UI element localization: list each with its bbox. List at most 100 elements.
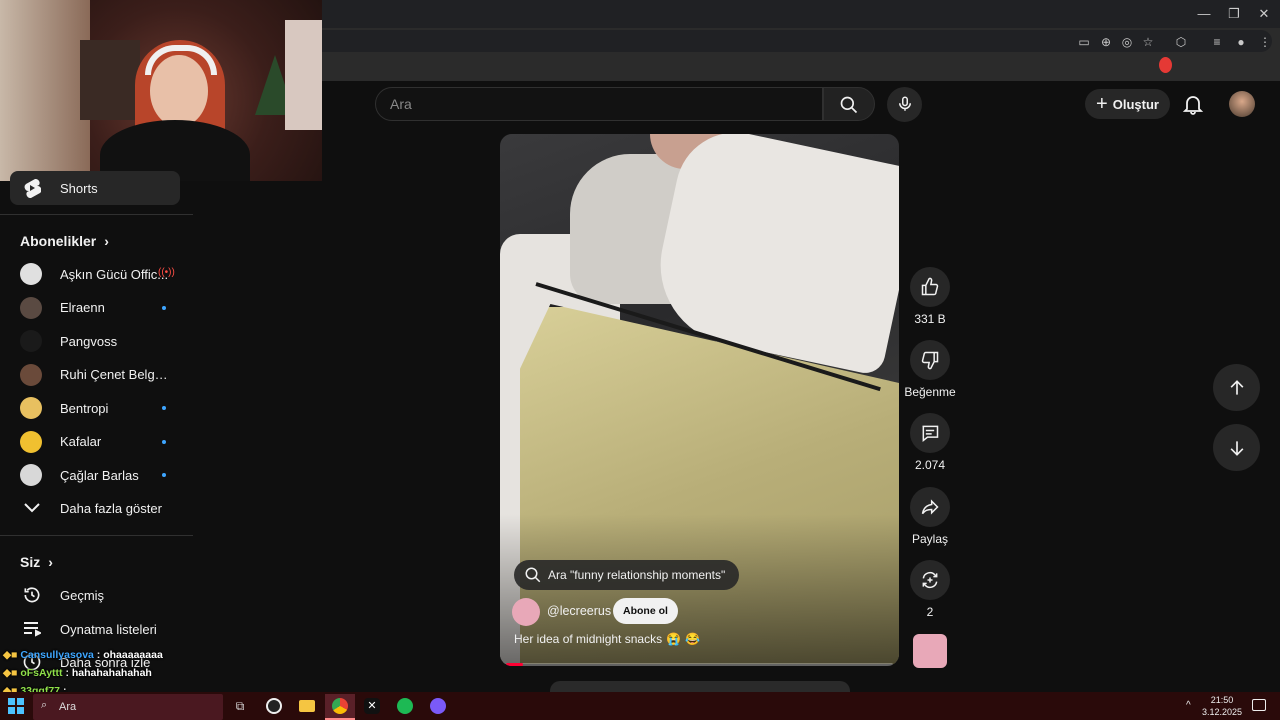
tray-chevron-icon[interactable]: ^ <box>1186 700 1191 711</box>
you-heading-label: Siz <box>20 554 41 570</box>
live-icon: ((•)) <box>158 267 175 278</box>
windows-start-icon[interactable] <box>8 698 24 714</box>
related-search-chip[interactable]: Ara "funny relationship moments" <box>514 560 740 590</box>
sidebar-subscription-item[interactable]: Ruhi Çenet Belgese... <box>10 358 180 392</box>
sidebar-subscription-item[interactable]: Aşkın Gücü Offic... ((•)) <box>10 257 180 291</box>
thumbs-up-icon <box>921 277 939 296</box>
subscribe-button[interactable]: Abone ol <box>613 598 678 624</box>
chevron-right-icon: › <box>48 554 53 570</box>
comment-count: 2.074 <box>914 458 946 472</box>
remix-count: 2 <box>926 605 934 619</box>
share-button[interactable] <box>910 487 950 527</box>
sidebar-item-label: Kafalar <box>60 434 102 449</box>
webcam-overlay <box>0 0 322 181</box>
new-content-dot <box>162 305 166 310</box>
chat-message: ◆■ oFsAyttt : hahahahahahah <box>3 667 152 679</box>
sidebar-divider <box>0 214 193 215</box>
microphone-icon <box>899 96 911 111</box>
sidebar-item-label: Çağlar Barlas <box>60 467 139 483</box>
sidebar-item-label: Elraenn <box>60 300 105 315</box>
channel-avatar[interactable] <box>512 598 540 626</box>
arrow-up-icon <box>1230 379 1243 395</box>
related-search-label: Ara "funny relationship moments" <box>548 568 726 582</box>
sidebar-item-label: Geçmiş <box>60 587 105 603</box>
sidebar-subscription-item[interactable]: Kafalar <box>10 425 180 459</box>
progress-track[interactable] <box>506 663 893 666</box>
progress-fill <box>506 663 524 666</box>
sidebar-item-label: Shorts <box>60 180 98 196</box>
remix-button[interactable] <box>910 560 950 600</box>
bookmark-star-icon[interactable]: ☆ <box>1139 33 1157 51</box>
chat-badge-icon: ◆■ <box>3 649 21 661</box>
sidebar-divider <box>0 535 193 536</box>
sidebar-item-label: Oynatma listeleri <box>60 621 157 637</box>
previous-short-button[interactable] <box>1213 364 1260 411</box>
channel-name[interactable]: @lecreerus <box>547 604 611 618</box>
search-icon <box>525 567 541 583</box>
notification-center-icon[interactable] <box>1252 699 1266 711</box>
create-button[interactable]: + Oluştur <box>1085 89 1170 119</box>
sidebar-subscription-item[interactable]: Çağlar Barlas <box>10 458 180 492</box>
discord-icon[interactable] <box>429 697 447 715</box>
sidebar-item-label: Bentropi <box>60 400 109 416</box>
video-title-text: Her idea of midnight snacks <box>514 632 663 646</box>
chat-username: oFsAyttt <box>20 667 63 679</box>
you-heading[interactable]: Siz › <box>20 554 53 570</box>
sidebar-item-history[interactable]: Geçmiş <box>10 578 180 612</box>
media-control-icon[interactable]: ≡ <box>1208 33 1226 51</box>
taskbar-clock[interactable]: 21:50 3.12.2025 <box>1200 694 1244 718</box>
profile-icon[interactable]: ● <box>1232 33 1250 51</box>
file-explorer-icon[interactable] <box>298 697 316 715</box>
sidebar-item-label: Ruhi Çenet Belgese... <box>60 367 172 382</box>
voice-search-button[interactable] <box>887 87 922 122</box>
channel-avatar <box>20 263 42 285</box>
notifications-bell-icon[interactable] <box>1181 92 1205 116</box>
channel-avatar <box>20 464 42 486</box>
sidebar-subscription-item[interactable]: Bentropi <box>10 391 180 425</box>
like-button[interactable] <box>910 267 950 307</box>
subscriptions-heading[interactable]: Abonelikler › <box>20 233 109 249</box>
zoom-icon[interactable]: ⊕ <box>1097 33 1115 51</box>
spotify-icon[interactable] <box>396 697 414 715</box>
chat-text: hahahahahahah <box>71 667 152 679</box>
close-window-button[interactable]: ✕ <box>1252 4 1276 24</box>
sidebar-subscription-item[interactable]: Elraenn <box>10 291 180 325</box>
thumbs-down-icon <box>921 351 939 370</box>
search-placeholder: Ara <box>390 96 412 112</box>
short-video-player[interactable]: Ara "funny relationship moments" @lecree… <box>500 134 899 666</box>
sidebar-show-more[interactable]: Daha fazla göster <box>10 491 180 525</box>
capcut-icon[interactable]: ✕ <box>363 697 381 715</box>
search-input[interactable] <box>375 87 823 121</box>
eye-off-icon[interactable]: ◎ <box>1118 33 1136 51</box>
account-avatar[interactable] <box>1229 91 1255 117</box>
history-icon <box>20 583 44 607</box>
extensions-icon[interactable]: ⬡ <box>1172 33 1190 51</box>
taskbar-search[interactable]: ⌕ Ara <box>33 694 223 720</box>
subscriptions-heading-label: Abonelikler <box>20 233 97 249</box>
minimize-button[interactable]: — <box>1192 4 1216 24</box>
video-title: Her idea of midnight snacks 😭 😂 <box>514 632 700 646</box>
browser-menu-icon[interactable]: ⋮ <box>1256 33 1274 51</box>
chrome-icon[interactable] <box>331 697 349 715</box>
dislike-button[interactable] <box>910 340 950 380</box>
cast-icon[interactable]: ▭ <box>1075 33 1093 51</box>
next-short-button[interactable] <box>1213 424 1260 471</box>
chat-separator: : <box>62 667 72 679</box>
bookmarks-bar <box>322 54 1280 81</box>
clock-date: 3.12.2025 <box>1201 707 1243 717</box>
task-view-icon[interactable]: ⧉ <box>231 697 249 715</box>
crying-emoji: 😭 <box>666 632 682 646</box>
playlists-icon <box>20 617 44 641</box>
new-content-dot <box>162 406 166 410</box>
chat-message: ◆■ Cansullyasova : ohaaaaaaaa <box>3 649 163 661</box>
sidebar-item-playlists[interactable]: Oynatma listeleri <box>10 612 180 646</box>
sound-thumbnail[interactable] <box>913 634 947 668</box>
create-label: Oluştur <box>1112 96 1159 112</box>
channel-avatar <box>20 296 42 319</box>
obs-icon[interactable] <box>265 697 283 715</box>
search-button[interactable] <box>823 87 875 121</box>
sidebar-item-shorts[interactable]: Shorts <box>10 171 180 205</box>
comments-button[interactable] <box>910 413 950 453</box>
sidebar-subscription-item[interactable]: Pangvoss <box>10 324 180 358</box>
maximize-button[interactable]: ❐ <box>1222 4 1246 24</box>
